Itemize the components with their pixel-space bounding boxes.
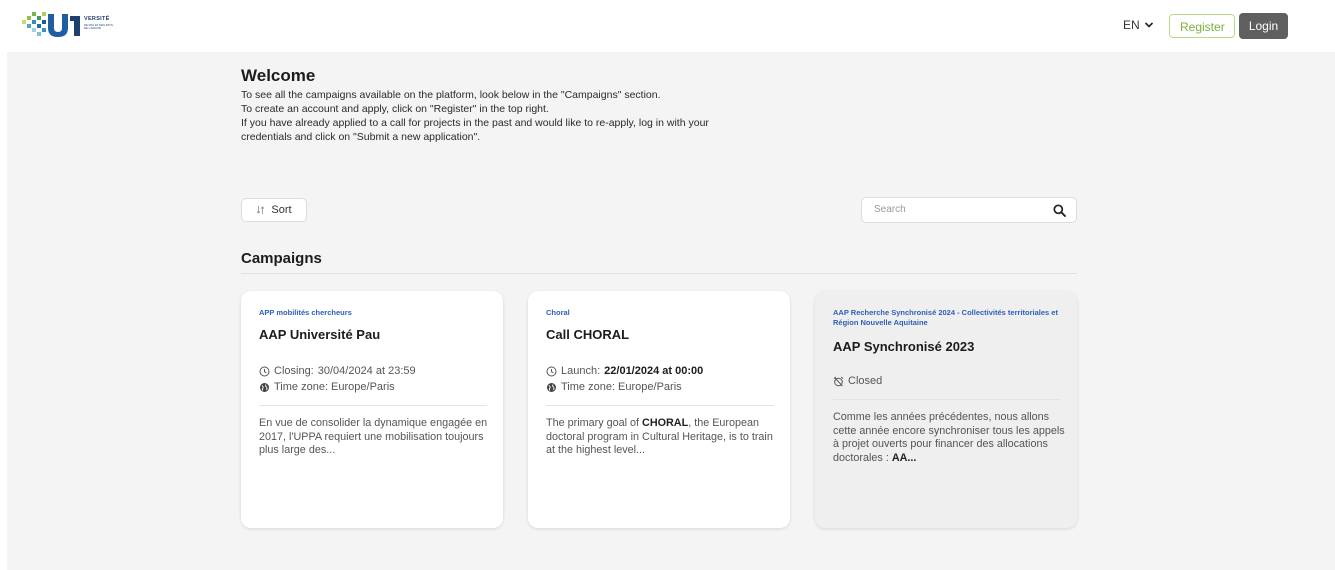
search-input[interactable] (872, 203, 1036, 216)
timezone: Time zone: Europe/Paris (274, 381, 395, 393)
welcome-text: To see all the campaigns available on th… (241, 88, 821, 144)
campaign-category: APP mobilités chercheurs (259, 308, 352, 317)
logo-text: VERSITÉ (84, 16, 110, 22)
welcome-title: Welcome (241, 66, 316, 85)
globe-icon (260, 382, 269, 392)
welcome-line: To see all the campaigns available on th… (241, 89, 661, 101)
campaign-description: Comme les années précédentes, nous allon… (833, 411, 1065, 465)
logo-subtext: DE PAU ET DES PAYS DE L'ADOUR (84, 23, 113, 31)
campaigns-heading: Campaigns (241, 250, 322, 267)
campaign-meta: Launch: 22/01/2024 at 00:00 Time zone: E… (546, 363, 703, 395)
card-divider (833, 399, 1061, 400)
alarm-off-icon (833, 376, 844, 386)
campaign-card[interactable]: AAP Recherche Synchronisé 2024 - Collect… (815, 291, 1077, 528)
globe-icon (547, 382, 556, 392)
search-icon[interactable] (1053, 204, 1066, 217)
sort-button[interactable]: Sort (241, 198, 307, 222)
sort-label: Sort (271, 204, 292, 216)
language-label: EN (1123, 18, 1140, 32)
campaign-category: Choral (546, 308, 570, 317)
campaign-card[interactable]: Choral Call CHORAL Launch: 22/01/2024 at… (528, 291, 790, 528)
date-label: Launch: (561, 365, 601, 377)
register-button[interactable]: Register (1169, 14, 1235, 38)
campaign-description: The primary goal of CHORAL, the European… (546, 417, 778, 458)
campaign-meta: Closed (833, 373, 882, 389)
university-logo[interactable]: VERSITÉ DE PAU ET DES PAYS DE L'ADOUR (22, 10, 114, 38)
description-bold: CHORAL (642, 417, 689, 429)
welcome-line: If you have already applied to a call fo… (241, 117, 709, 129)
welcome-line: To create an account and apply, click on… (241, 103, 549, 115)
date-label: Closing: (274, 365, 314, 377)
search-box (861, 197, 1077, 223)
timezone: Time zone: Europe/Paris (561, 381, 682, 393)
campaign-category: AAP Recherche Synchronisé 2024 - Collect… (833, 308, 1058, 327)
card-divider (546, 405, 774, 406)
date-value: 30/04/2024 at 23:59 (317, 365, 416, 377)
description-text: Comme les années précédentes, nous allon… (833, 411, 1065, 464)
campaign-card[interactable]: APP mobilités chercheurs AAP Université … (241, 291, 503, 528)
sort-icon (257, 206, 265, 214)
chevron-down-icon (1144, 22, 1153, 28)
campaign-description: En vue de consolider la dynamique engagé… (259, 417, 488, 456)
status-label: Closed (848, 375, 883, 387)
login-button[interactable]: Login (1239, 13, 1288, 39)
language-selector[interactable]: EN (1123, 18, 1154, 32)
campaign-title: AAP Université Pau (259, 327, 381, 342)
campaign-title: Call CHORAL (546, 327, 630, 342)
top-bar: VERSITÉ DE PAU ET DES PAYS DE L'ADOUR EN… (0, 0, 1335, 52)
description-text: The primary goal of (546, 417, 643, 429)
clock-icon (259, 366, 270, 376)
card-divider (259, 405, 487, 406)
description-bold: AA... (891, 451, 917, 464)
date-value: 22/01/2024 at 00:00 (604, 365, 704, 377)
campaign-meta: Closing: 30/04/2024 at 23:59 Time zone: … (259, 363, 416, 395)
section-divider (241, 273, 1077, 274)
campaign-title: AAP Synchronisé 2023 (833, 339, 975, 354)
welcome-line: credentials and click on "Submit a new a… (241, 131, 481, 143)
clock-icon (546, 366, 557, 376)
